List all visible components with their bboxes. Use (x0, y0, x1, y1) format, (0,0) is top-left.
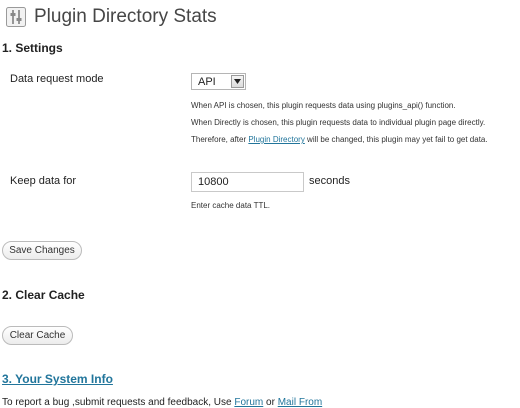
select-value: API (198, 75, 216, 88)
mode-description-1: When API is chosen, this plugin requests… (191, 101, 456, 110)
plugin-directory-link[interactable]: Plugin Directory (248, 135, 304, 144)
mode-description-3-after: will be changed, this plugin may yet fai… (304, 135, 488, 144)
chevron-down-icon[interactable] (231, 75, 244, 88)
save-changes-button[interactable]: Save Changes (2, 241, 82, 260)
footer-or: or (263, 397, 278, 408)
clear-cache-heading: 2. Clear Cache (2, 288, 85, 302)
mode-description-3-before: Therefore, after (191, 135, 249, 144)
settings-heading: 1. Settings (2, 41, 63, 55)
keep-data-label: Keep data for (10, 175, 77, 187)
data-request-mode-select[interactable]: API (191, 73, 246, 90)
page-title: Plugin Directory Stats (34, 6, 217, 27)
footer-text: To report a bug ,submit requests and fee… (2, 397, 322, 408)
settings-icon (6, 7, 26, 27)
mode-description-3: Therefore, after Plugin Directory will b… (191, 135, 488, 144)
mode-description-2: When Directly is chosen, this plugin req… (191, 118, 486, 127)
data-request-mode-label: Data request mode (10, 73, 104, 85)
seconds-unit: seconds (309, 175, 350, 187)
cache-ttl-hint: Enter cache data TTL. (191, 201, 271, 210)
mail-form-link[interactable]: Mail From (278, 397, 322, 408)
forum-link[interactable]: Forum (234, 397, 263, 408)
footer-text-before: To report a bug ,submit requests and fee… (2, 397, 235, 408)
page-header: Plugin Directory Stats (6, 5, 217, 29)
system-info-link[interactable]: 3. Your System Info (2, 372, 113, 386)
cache-ttl-input[interactable] (191, 172, 304, 192)
system-info-heading: 3. Your System Info (2, 372, 113, 386)
clear-cache-button[interactable]: Clear Cache (2, 326, 73, 345)
